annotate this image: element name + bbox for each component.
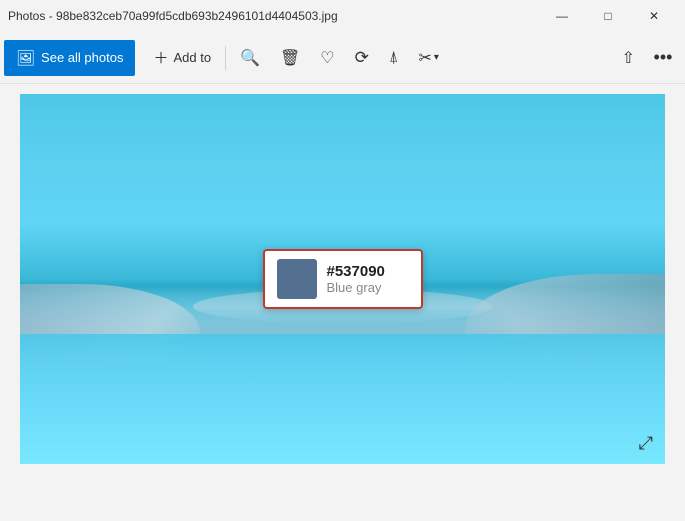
rotate-button[interactable]: ⟳ xyxy=(345,40,379,76)
more-options-button[interactable]: ••• xyxy=(645,40,681,76)
color-name-label: Blue gray xyxy=(327,280,385,295)
share-icon: ⇧ xyxy=(622,48,635,68)
water-reflection xyxy=(20,334,665,464)
minimize-button[interactable]: — xyxy=(539,0,585,32)
favorite-button[interactable]: ♡ xyxy=(310,40,344,76)
window-title: Photos - 98be832ceb70a99fd5cdb693b249610… xyxy=(8,9,338,23)
zoom-button[interactable]: 🔍 xyxy=(230,40,270,76)
ellipsis-icon: ••• xyxy=(654,47,673,68)
toolbar-divider-1 xyxy=(225,46,226,70)
crop-button[interactable]: ⍋ xyxy=(379,40,409,76)
share-button[interactable]: ⇧ xyxy=(612,40,645,76)
photo-viewer: #537090 Blue gray ⤢ xyxy=(20,94,665,464)
color-info: #537090 Blue gray xyxy=(327,263,385,295)
maximize-button[interactable]: □ xyxy=(585,0,631,32)
color-tooltip: #537090 Blue gray xyxy=(263,249,423,309)
add-to-button[interactable]: ＋ Add to xyxy=(143,40,221,76)
edit-button[interactable]: ✂ ▾ xyxy=(409,40,449,76)
expand-button[interactable]: ⤢ xyxy=(639,434,653,452)
see-all-photos-label: See all photos xyxy=(41,50,123,65)
delete-button[interactable]: 🗑 xyxy=(270,40,310,76)
photos-icon: 🖼 xyxy=(16,49,35,67)
dropdown-chevron-icon: ▾ xyxy=(434,52,439,63)
color-hex-value: #537090 xyxy=(327,263,385,280)
title-bar-controls: — □ ✕ xyxy=(539,0,677,32)
add-to-label: Add to xyxy=(173,50,211,65)
expand-icon-symbol: ⤢ xyxy=(639,433,653,453)
rotate-icon: ⟳ xyxy=(355,48,369,68)
close-button[interactable]: ✕ xyxy=(631,0,677,32)
scissors-icon: ✂ xyxy=(419,48,432,68)
title-bar: Photos - 98be832ceb70a99fd5cdb693b249610… xyxy=(0,0,685,32)
zoom-icon: 🔍 xyxy=(240,48,260,68)
toolbar: 🖼 See all photos ＋ Add to 🔍 🗑 ♡ ⟳ ⍋ ✂ ▾ … xyxy=(0,32,685,84)
color-swatch xyxy=(277,259,317,299)
delete-icon: 🗑 xyxy=(280,48,300,68)
heart-icon: ♡ xyxy=(320,48,334,68)
photo-background: #537090 Blue gray xyxy=(20,94,665,464)
crop-icon: ⍋ xyxy=(389,49,399,67)
see-all-photos-button[interactable]: 🖼 See all photos xyxy=(4,40,135,76)
add-icon: ＋ xyxy=(153,47,168,68)
